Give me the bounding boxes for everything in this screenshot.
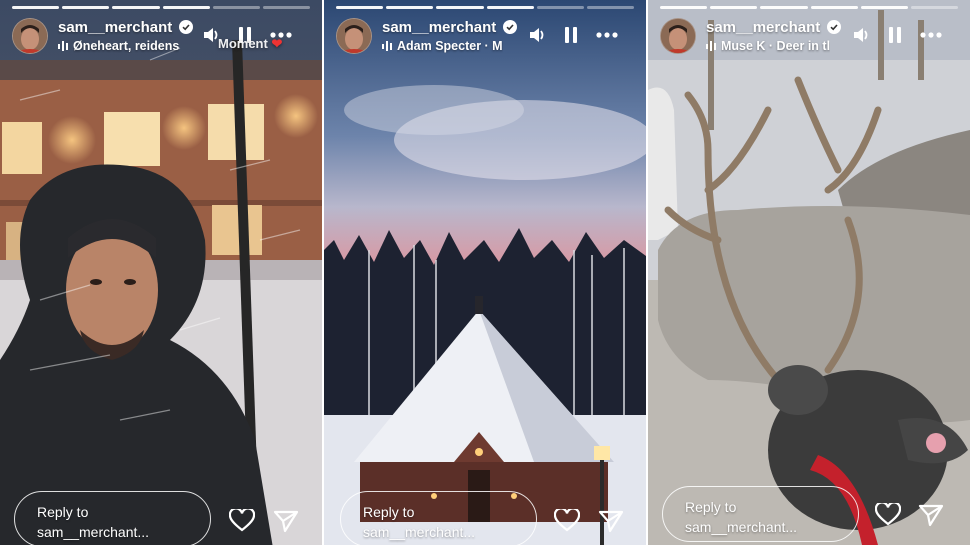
story-progress-bar	[12, 6, 311, 9]
music-track[interactable]: Øneheart, reidens	[58, 39, 179, 53]
avatar[interactable]	[336, 18, 372, 54]
story-header: sam__merchant Adam Specter · M	[336, 16, 636, 56]
story-image-kota-sunset	[324, 0, 646, 545]
send-icon[interactable]	[918, 503, 944, 527]
heart-icon[interactable]	[875, 503, 901, 527]
heart-icon[interactable]	[229, 509, 255, 533]
verified-badge-icon	[503, 20, 518, 34]
reply-input[interactable]: Reply to sam__merchant...	[14, 491, 211, 545]
reply-input[interactable]: Reply to sam__merchant...	[662, 486, 859, 542]
send-icon[interactable]	[273, 509, 299, 533]
story-progress-bar	[660, 6, 959, 9]
pause-icon[interactable]	[564, 26, 578, 44]
verified-badge-icon	[179, 20, 194, 34]
story-header: sam__merchant Muse K · Deer in tl	[660, 16, 960, 56]
story-controls	[852, 26, 942, 44]
music-bars-icon	[382, 41, 392, 51]
speaker-icon[interactable]	[852, 26, 870, 44]
story-panel-2[interactable]: sam__merchant Adam Specter · M Reply to …	[324, 0, 646, 545]
username[interactable]: sam__merchant	[382, 19, 518, 36]
music-bars-icon	[58, 41, 68, 51]
pause-icon[interactable]	[888, 26, 902, 44]
story-panel-1[interactable]: sam__merchant Øneheart, reidens Moment ❤…	[0, 0, 322, 545]
verified-badge-icon	[827, 20, 842, 34]
more-dots-icon[interactable]	[920, 32, 942, 38]
more-dots-icon[interactable]	[596, 32, 618, 38]
avatar[interactable]	[12, 18, 48, 54]
music-track[interactable]: Adam Specter · M	[382, 39, 508, 53]
music-bars-icon	[706, 41, 716, 51]
send-icon[interactable]	[598, 509, 624, 533]
speaker-icon[interactable]	[528, 26, 546, 44]
story-image-selfie-snow	[0, 0, 322, 545]
story-controls	[528, 26, 618, 44]
heart-icon[interactable]	[554, 509, 580, 533]
music-track[interactable]: Muse K · Deer in tl	[706, 39, 832, 53]
story-panel-3[interactable]: sam__merchant Muse K · Deer in tl Reply …	[648, 0, 970, 545]
moment-sticker: Moment ❤	[218, 36, 283, 51]
story-progress-bar	[336, 6, 635, 9]
reply-input[interactable]: Reply to sam__merchant...	[340, 491, 537, 545]
username[interactable]: sam__merchant	[706, 19, 842, 36]
avatar[interactable]	[660, 18, 696, 54]
username[interactable]: sam__merchant	[58, 19, 194, 36]
story-image-reindeer	[648, 0, 970, 545]
